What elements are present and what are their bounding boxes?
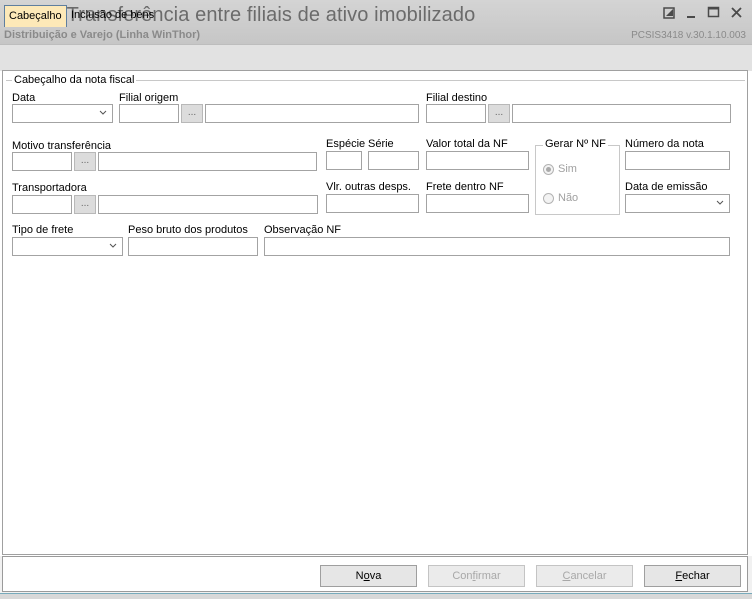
window-subtitle: Distribuição e Varejo (Linha WinThor) <box>4 29 201 41</box>
fechar-button[interactable]: Fechar <box>644 565 741 587</box>
cancelar-button[interactable]: Cancelar <box>536 565 633 587</box>
data-label: Data <box>12 92 36 104</box>
filial-destino-code-input[interactable] <box>426 104 486 123</box>
serie-input[interactable] <box>368 151 419 170</box>
chevron-down-icon <box>109 241 117 249</box>
nova-button[interactable]: Nova <box>320 565 417 587</box>
filial-destino-search-button[interactable]: ... <box>488 104 510 123</box>
motivo-code-input[interactable] <box>12 152 72 171</box>
frete-dentro-input[interactable] <box>426 194 529 213</box>
gerar-nf-sim-label: Sim <box>558 163 577 175</box>
tab-strip <box>0 44 752 71</box>
data-combo[interactable] <box>12 104 113 123</box>
numero-nota-input[interactable] <box>625 151 730 170</box>
chevron-down-icon <box>716 198 724 206</box>
filial-destino-name-input[interactable] <box>512 104 731 123</box>
gerar-nf-nao-label: Não <box>558 192 579 204</box>
gerar-nf-groupbox <box>535 145 620 215</box>
nova-label-post: va <box>369 570 382 582</box>
vlr-outras-input[interactable] <box>326 194 419 213</box>
data-emissao-label: Data de emissão <box>625 181 708 193</box>
valor-total-input[interactable] <box>426 151 529 170</box>
filial-destino-label: Filial destino <box>426 92 488 104</box>
gerar-nf-sim-radio[interactable] <box>543 164 554 175</box>
bottom-edge <box>0 593 752 599</box>
maximize-icon[interactable] <box>706 5 722 21</box>
transportadora-label: Transportadora <box>12 182 87 194</box>
close-icon[interactable] <box>729 5 745 21</box>
peso-bruto-label: Peso bruto dos produtos <box>128 224 248 236</box>
serie-label: Série <box>368 138 394 150</box>
motivo-label: Motivo transferência <box>12 140 112 152</box>
valor-total-label: Valor total da NF <box>426 138 508 150</box>
groupbox-legend: Cabeçalho da nota fiscal <box>12 74 137 86</box>
data-emissao-combo[interactable] <box>625 194 730 213</box>
filial-origem-name-input[interactable] <box>205 104 419 123</box>
transportadora-code-input[interactable] <box>12 195 72 214</box>
numero-nota-label: Número da nota <box>625 138 704 150</box>
nova-label-pre: N <box>355 570 364 582</box>
tipo-frete-label: Tipo de frete <box>12 224 74 236</box>
observacao-input[interactable] <box>264 237 730 256</box>
confirmar-label-pre: Con <box>452 570 473 582</box>
fechar-label-post: echar <box>682 570 710 582</box>
transportadora-name-input[interactable] <box>98 195 318 214</box>
vlr-outras-label: Vlr. outras desps. <box>326 181 411 193</box>
minimize-icon[interactable] <box>684 5 700 21</box>
filial-origem-search-button[interactable]: ... <box>181 104 203 123</box>
confirmar-button[interactable]: Confirmar <box>428 565 525 587</box>
motivo-search-button[interactable]: ... <box>74 152 96 171</box>
gerar-nf-label: Gerar Nº NF <box>543 138 608 150</box>
tab-inclusao-de-bens[interactable]: Inclusão de bens <box>67 5 158 25</box>
restore-icon[interactable] <box>662 5 678 21</box>
cancelar-label-post: ancelar <box>570 570 607 582</box>
chevron-down-icon <box>99 108 107 116</box>
gerar-nf-nao-radio[interactable] <box>543 193 554 204</box>
tipo-frete-combo[interactable] <box>12 237 123 256</box>
frete-dentro-label: Frete dentro NF <box>426 181 504 193</box>
program-version: PCSIS3418 v.30.1.10.003 <box>631 30 746 41</box>
observacao-label: Observação NF <box>264 224 342 236</box>
filial-origem-code-input[interactable] <box>119 104 179 123</box>
confirmar-label-post: irmar <box>475 570 501 582</box>
transportadora-search-button[interactable]: ... <box>74 195 96 214</box>
motivo-description-input[interactable] <box>98 152 317 171</box>
filial-origem-label: Filial origem <box>119 92 179 104</box>
especie-input[interactable] <box>326 151 362 170</box>
especie-label: Espécie <box>326 138 366 150</box>
tab-cabecalho[interactable]: Cabeçalho <box>4 5 67 27</box>
peso-bruto-input[interactable] <box>128 237 258 256</box>
